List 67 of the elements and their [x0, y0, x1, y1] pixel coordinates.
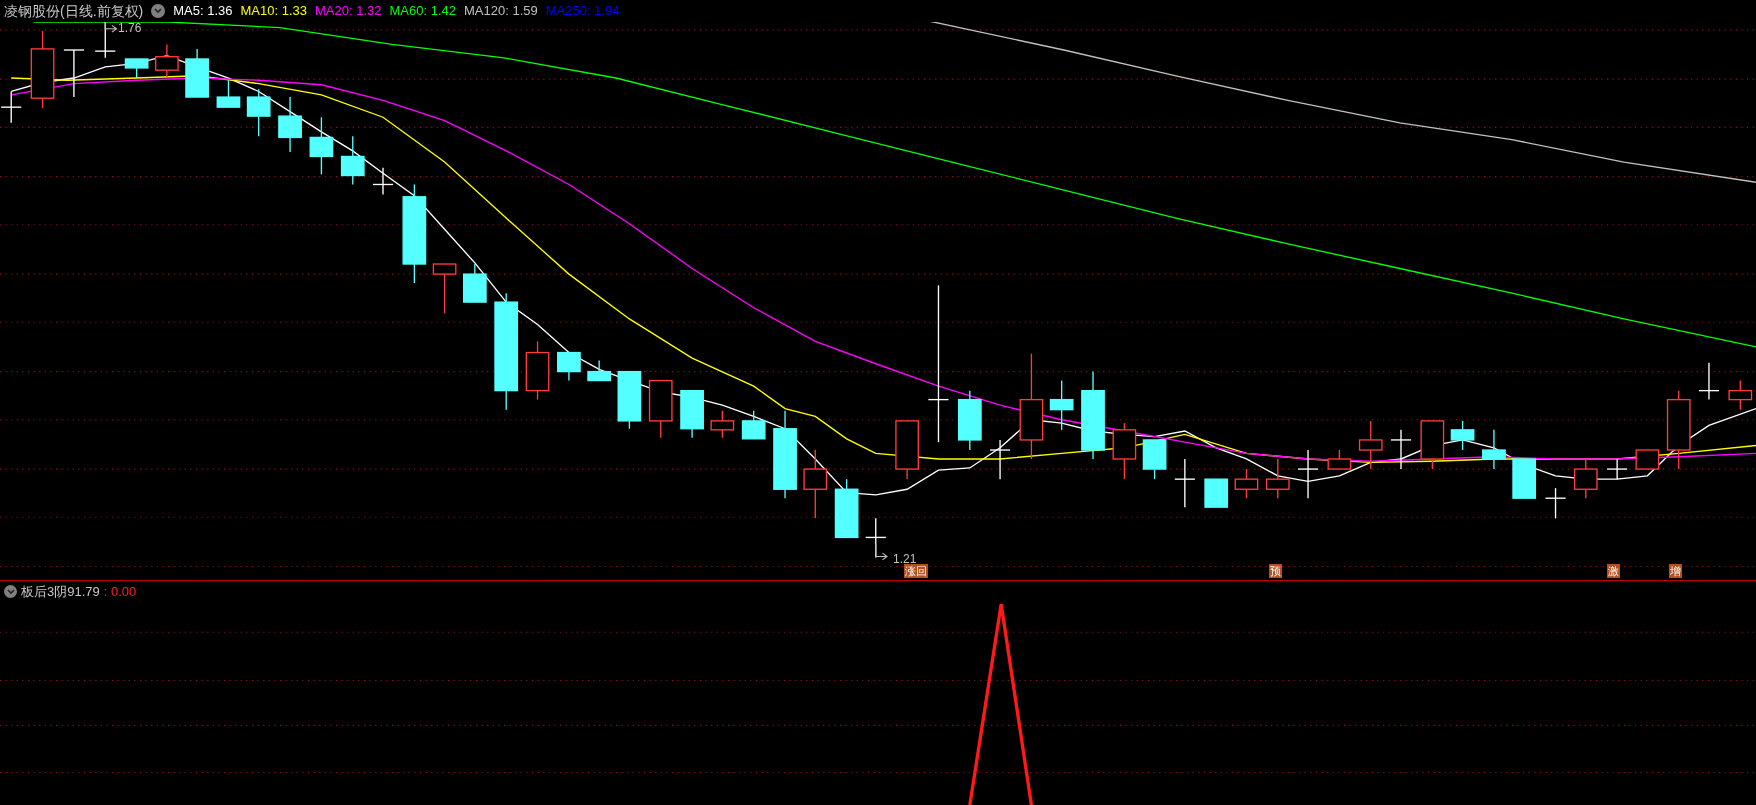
rising-candle	[1358, 420, 1383, 470]
falling-candle	[957, 389, 982, 451]
signal-tag: 涨回	[903, 564, 928, 578]
doji-candle	[372, 167, 394, 196]
falling-candle	[1204, 478, 1229, 508]
falling-candle	[462, 263, 487, 303]
falling-candle	[1512, 458, 1537, 499]
falling-candle	[617, 370, 642, 430]
falling-candle	[278, 96, 302, 153]
doji-candle	[989, 439, 1011, 480]
doji-candle	[63, 49, 85, 98]
rising-candle	[1420, 420, 1445, 470]
doji-candle	[1174, 458, 1196, 508]
falling-candle	[1142, 439, 1167, 480]
falling-candle	[587, 359, 611, 382]
rising-candle	[1635, 449, 1660, 470]
rising-candle	[1112, 422, 1137, 480]
signal-tag: 预	[1268, 564, 1282, 578]
doji-candle	[1544, 487, 1567, 520]
rising-candle	[155, 43, 179, 78]
rising-candle	[803, 449, 828, 520]
falling-candle	[741, 410, 766, 440]
doji-candle	[1297, 449, 1319, 499]
moving-average-value: MA120: 1.59	[464, 2, 538, 21]
indicator-name: 板后3阴	[21, 582, 68, 601]
falling-candle	[216, 79, 241, 108]
falling-candle	[185, 48, 209, 98]
rising-candle	[1573, 458, 1598, 499]
falling-candle	[309, 116, 334, 176]
falling-candle	[1049, 379, 1074, 431]
rising-candle	[710, 410, 735, 439]
high-price-label: 1.76	[118, 20, 142, 37]
moving-average-value: MA250: 1.94	[545, 2, 620, 21]
rising-candle	[895, 420, 919, 480]
falling-candle	[124, 58, 149, 79]
moving-average-value: MA20: 1.32	[315, 2, 382, 21]
doji-candle	[1390, 429, 1412, 470]
falling-candle	[246, 88, 271, 137]
falling-candle	[834, 478, 859, 539]
dropdown-icon[interactable]	[4, 585, 17, 598]
rising-candle	[1265, 458, 1290, 499]
signal-tag: 增	[1668, 564, 1682, 578]
doji-candle	[0, 90, 22, 124]
signal-tag: 激	[1607, 564, 1621, 578]
moving-average-value: MA60: 1.42	[389, 2, 456, 21]
low-marker-arrow-icon	[875, 543, 888, 561]
moving-average-value: MA10: 1.33	[240, 2, 307, 21]
doji-candle	[1606, 458, 1628, 480]
indicator-parameter: 91.79	[67, 582, 100, 601]
falling-candle	[340, 135, 365, 186]
rising-candle	[1234, 468, 1259, 499]
rising-candle	[1728, 379, 1753, 411]
doji-candle	[1698, 361, 1720, 401]
high-marker-arrow-icon	[104, 22, 118, 33]
rising-candle	[1327, 449, 1352, 470]
rising-candle	[432, 263, 457, 314]
indicator-value: : 0.00	[103, 582, 137, 601]
rising-candle	[648, 379, 673, 439]
falling-candle	[1482, 429, 1506, 470]
low-price-label: 1.21	[893, 551, 917, 566]
moving-average-value: MA5: 1.36	[173, 2, 233, 21]
falling-candle	[557, 351, 581, 382]
rising-candle	[525, 340, 550, 401]
falling-candle	[1450, 420, 1475, 451]
dropdown-icon[interactable]	[151, 4, 166, 18]
stock-title: 凌钢股份(日线.前复权)	[4, 1, 144, 21]
falling-candle	[680, 389, 704, 439]
